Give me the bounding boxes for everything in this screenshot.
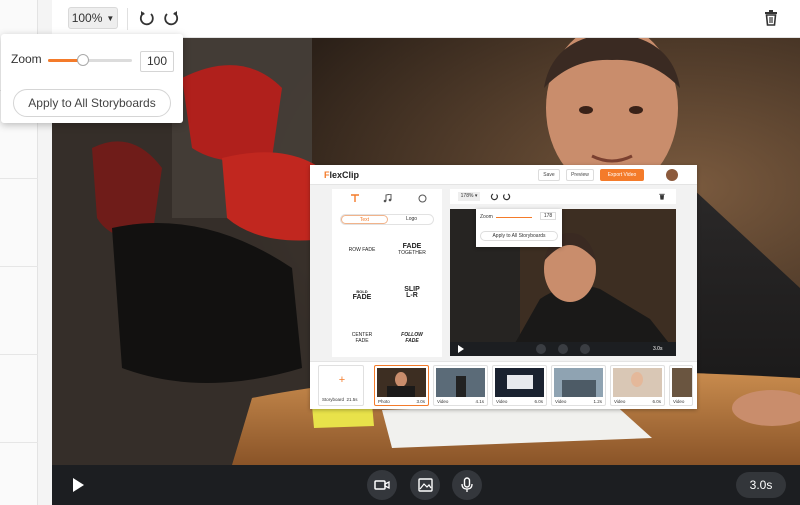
zoom-slider-thumb[interactable] xyxy=(77,54,90,66)
mini-effect-center-fade: CENTER FADE xyxy=(351,332,373,344)
mini-play-icon xyxy=(458,345,464,353)
playback-controls: 3.0s xyxy=(52,465,800,505)
play-icon[interactable] xyxy=(70,477,86,493)
mini-image-button xyxy=(558,344,568,354)
mini-clip-thumb: Video 6.0s xyxy=(610,365,665,406)
mini-duration: 3.0s xyxy=(653,346,663,352)
video-button[interactable] xyxy=(367,470,397,500)
zoom-label: Zoom xyxy=(11,52,42,66)
caret-down-icon: ▼ xyxy=(106,13,115,23)
zoom-popup: Zoom 100 Apply to All Storyboards xyxy=(1,34,183,123)
mini-redo-icon xyxy=(503,193,511,201)
mini-add-storyboard: + Storyboard 21.5s xyxy=(318,365,364,406)
zoom-slider[interactable] xyxy=(48,54,132,66)
mini-trash-icon xyxy=(659,193,665,200)
mini-clip-thumb: Video 4.1s xyxy=(433,365,488,406)
mini-header: FlexClip Save Preview Export Video xyxy=(310,165,697,185)
duration-badge[interactable]: 3.0s xyxy=(736,472,786,498)
mini-effect-slip: SLIP L-R xyxy=(404,286,420,299)
microphone-icon xyxy=(461,477,473,492)
mini-effect-row-fade: ROW FADE xyxy=(348,247,376,253)
mini-avatar xyxy=(666,169,678,181)
mini-tabs: Text Logo xyxy=(340,214,434,225)
mini-zoom-popup: Zoom 178 Apply to All Storyboards xyxy=(476,209,562,247)
mini-text-tool-icon xyxy=(351,194,359,202)
mini-effect-bold-fade: BOLD FADE xyxy=(352,289,372,301)
mini-effect-fade-together: FADE TOGETHER xyxy=(398,243,426,256)
mini-shape-icon xyxy=(418,194,427,203)
mini-tab-text: Text xyxy=(341,215,388,224)
mini-clip-thumb: Video 6.0s xyxy=(492,365,547,406)
mini-save-button: Save xyxy=(538,169,560,181)
mini-clip-thumb: Video 1.2s xyxy=(551,365,606,406)
mini-clip-thumb: Photo 3.0s xyxy=(374,365,429,406)
mini-toolbar: 178% ▾ xyxy=(450,189,676,204)
mini-preview-button: Preview xyxy=(566,169,594,181)
sidebar-card[interactable] xyxy=(0,442,38,505)
redo-icon[interactable] xyxy=(162,9,180,27)
editor-root: 100% ▼ FlexClip Save Preview Export Vide… xyxy=(0,0,800,505)
tutorial-screenshot: FlexClip Save Preview Export Video Text … xyxy=(310,165,697,409)
mini-tab-logo: Logo xyxy=(405,216,418,222)
mini-undo-icon xyxy=(490,193,498,201)
image-icon xyxy=(417,478,433,492)
mini-export-button: Export Video xyxy=(600,169,644,181)
apply-to-all-storyboards-button[interactable]: Apply to All Storyboards xyxy=(13,89,171,117)
sidebar-card[interactable] xyxy=(0,266,38,350)
zoom-value-input[interactable]: 100 xyxy=(140,51,174,72)
zoom-dropdown[interactable]: 100% ▼ xyxy=(68,7,118,29)
editor-toolbar: 100% ▼ xyxy=(52,0,800,38)
record-voice-button[interactable] xyxy=(452,470,482,500)
video-camera-icon xyxy=(374,480,390,490)
mini-logo-text: lexClip xyxy=(329,170,360,180)
sidebar-card[interactable] xyxy=(0,354,38,438)
mini-storyboard-strip: + Storyboard 21.5s Photo 3.0s Video 4.1s V… xyxy=(310,361,697,409)
zoom-dropdown-value: 100% xyxy=(71,11,103,25)
undo-icon[interactable] xyxy=(138,9,156,27)
mini-video-controls: 3.0s xyxy=(450,342,676,356)
trash-icon[interactable] xyxy=(762,9,780,27)
mini-video-button xyxy=(536,344,546,354)
sidebar-card[interactable] xyxy=(0,178,38,262)
mini-clip-thumb: Video xyxy=(669,365,693,406)
mini-zoom-dropdown: 178% ▾ xyxy=(458,192,480,201)
mini-effect-follow-fade: FOLLOW FADE xyxy=(401,332,423,344)
mini-logo: FlexClip xyxy=(324,170,359,180)
image-button[interactable] xyxy=(410,470,440,500)
mini-text-panel: Text Logo ROW FADE FADE TOGETHER BOLD FADE… xyxy=(332,189,442,357)
mini-music-icon xyxy=(383,194,392,203)
mini-mic-button xyxy=(580,344,590,354)
toolbar-divider xyxy=(127,8,128,30)
